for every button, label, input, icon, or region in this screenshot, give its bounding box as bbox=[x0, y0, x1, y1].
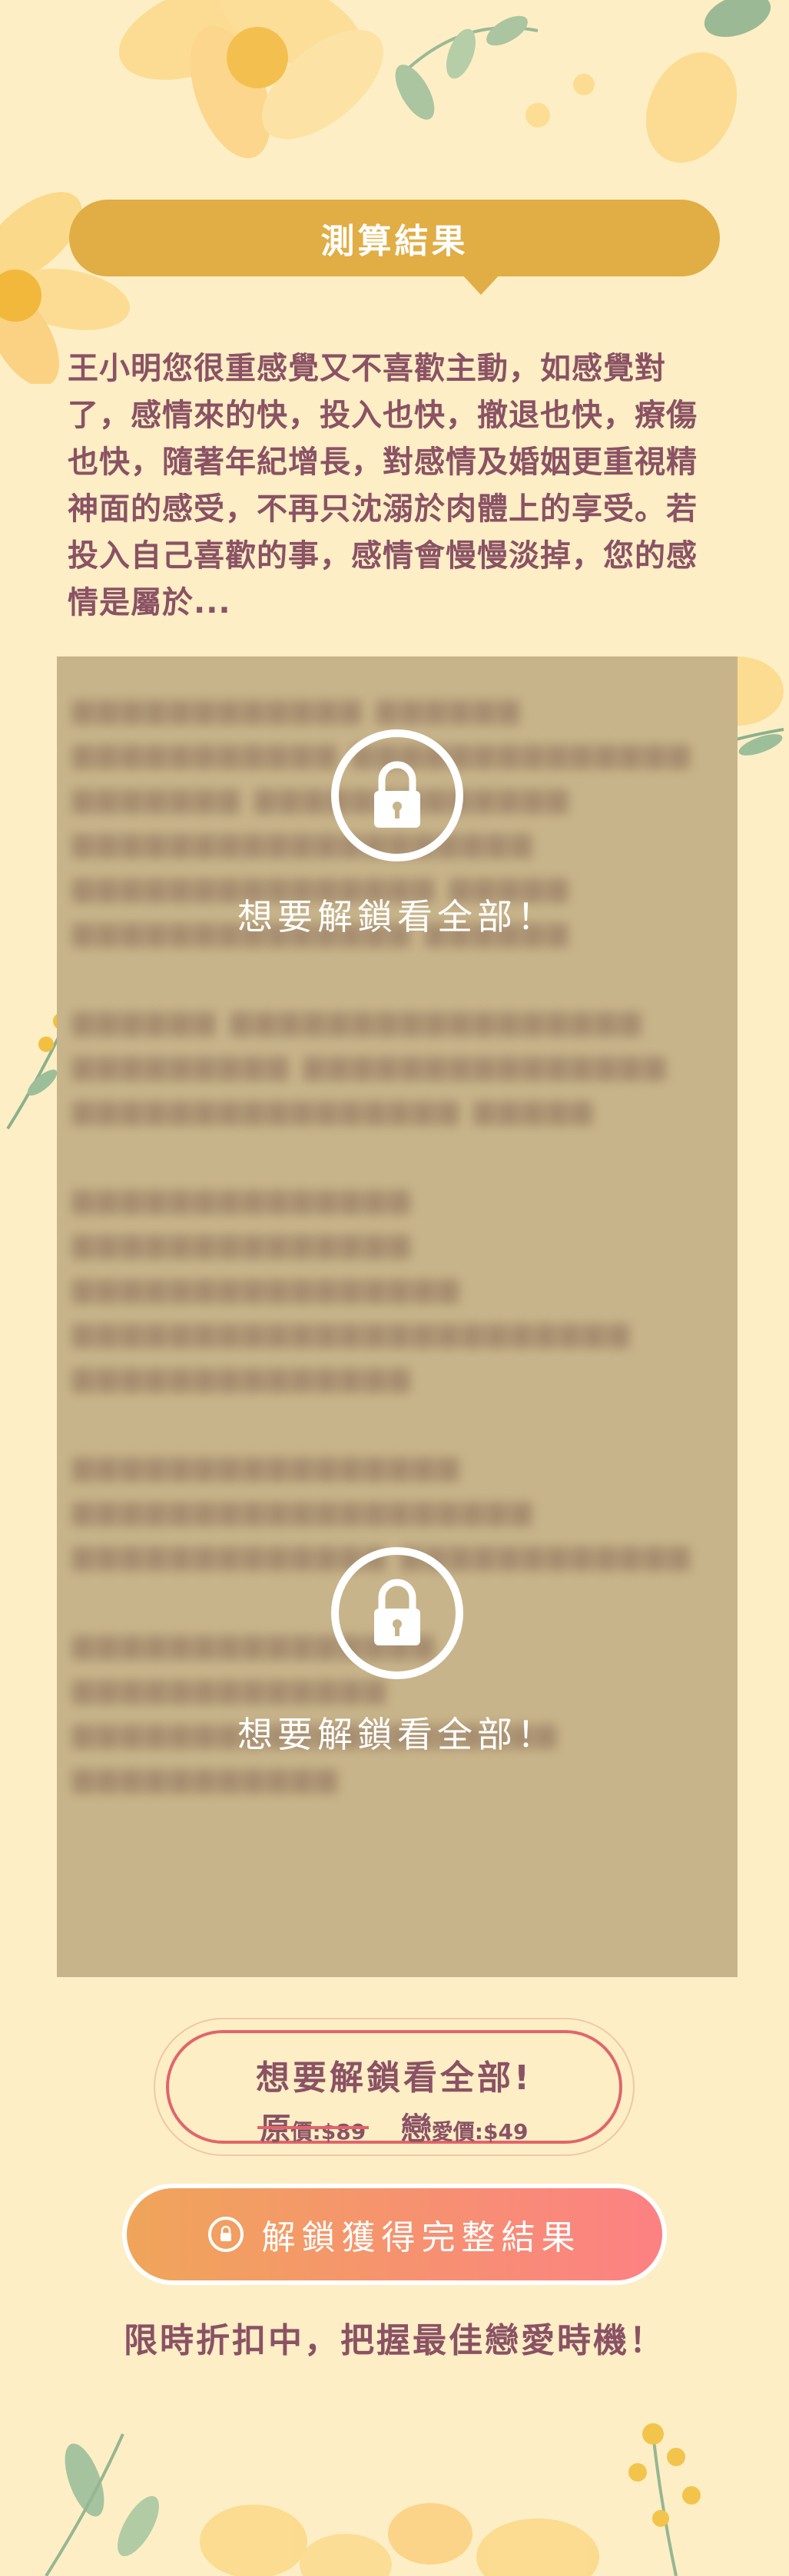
lock-icon[interactable] bbox=[331, 1547, 463, 1679]
flower-decoration-top bbox=[118, 0, 771, 163]
unlock-button-label: 解鎖獲得完整結果 bbox=[261, 2218, 582, 2257]
lock-icon bbox=[207, 2217, 244, 2252]
unlock-overlay-1[interactable]: 想要解鎖看全部！ bbox=[57, 729, 738, 940]
header-pointer bbox=[461, 273, 501, 295]
unlock-overlay-2[interactable]: 想要解鎖看全部！ bbox=[57, 1547, 738, 1758]
locked-content[interactable]: ▆▆▆▆▆▆▆▆▆▆▆▆ ▆▆▆▆▆▆ ▆▆▆▆▆▆▆▆▆▆▆ ▆▆▆▆▆▆▆▆… bbox=[57, 656, 738, 1977]
flower-decoration-bottom bbox=[45, 2423, 701, 2576]
pricing-badge: 想要解鎖看全部! 原價:$89 戀愛價:$49 bbox=[154, 2018, 635, 2156]
strikethrough-line bbox=[257, 2126, 370, 2129]
original-price: 原價:$89 bbox=[257, 2104, 370, 2148]
unlock-prompt: 想要解鎖看全部！ bbox=[237, 1714, 557, 1755]
pricing-title: 想要解鎖看全部! bbox=[255, 2058, 533, 2098]
result-header: 測算結果 bbox=[69, 200, 720, 295]
unlock-result-button[interactable]: 解鎖獲得完整結果 bbox=[127, 2188, 662, 2280]
pricing-row: 原價:$89 戀愛價:$49 bbox=[169, 2104, 619, 2148]
promo-text: 限時折扣中，把握最佳戀愛時機！ bbox=[124, 2321, 665, 2360]
lock-icon[interactable] bbox=[331, 729, 463, 861]
result-intro-text: 王小明您很重感覺又不喜歡主動，如感覺對了，感情來的快，投入也快，撤退也快，療傷也… bbox=[68, 351, 698, 620]
page-title: 測算結果 bbox=[69, 200, 720, 276]
unlock-prompt: 想要解鎖看全部！ bbox=[237, 896, 557, 937]
love-price: 戀愛價:$49 bbox=[400, 2111, 529, 2147]
pricing-badge-inner: 想要解鎖看全部! 原價:$89 戀愛價:$49 bbox=[166, 2030, 622, 2147]
